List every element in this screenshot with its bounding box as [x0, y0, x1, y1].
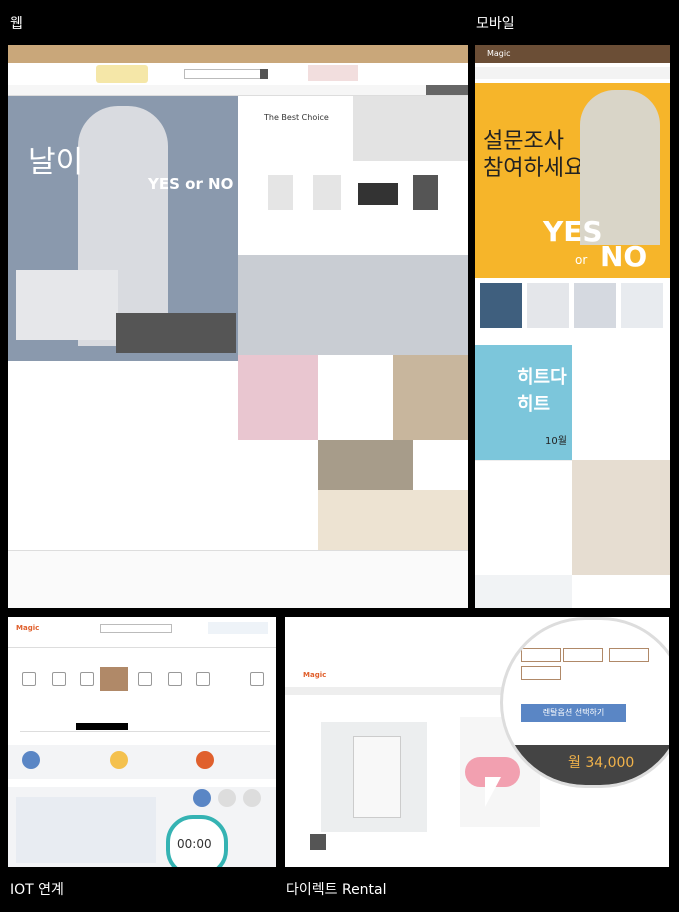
product-thumb[interactable]	[313, 175, 341, 210]
web-header-strip	[8, 45, 468, 63]
mobile-bottom-tile[interactable]	[475, 575, 572, 608]
mobile-products[interactable]	[475, 283, 670, 333]
play-button[interactable]	[310, 834, 326, 850]
web-section-title: The Best Choice	[264, 113, 329, 122]
label-web: 웹	[10, 16, 23, 32]
iot-mode-grey[interactable]	[218, 789, 236, 807]
web-nav-bar	[8, 85, 468, 96]
label-iot: IOT 연계	[10, 882, 64, 898]
status-blue-icon	[22, 751, 40, 769]
status-yellow-icon	[110, 751, 128, 769]
option-tag[interactable]	[609, 648, 649, 662]
iot-screenshot: Magic 00:00	[8, 617, 276, 867]
web-hero-caption	[116, 313, 236, 353]
tab-active[interactable]	[76, 723, 128, 730]
label-rental: 다이렉트 Rental	[286, 882, 387, 898]
rental-product-image[interactable]	[321, 722, 427, 832]
option-tags[interactable]	[521, 648, 669, 688]
rental-header-bar	[285, 687, 525, 695]
product-thumb[interactable]	[268, 175, 293, 210]
iot-menu-row[interactable]	[8, 667, 276, 691]
web-screenshot: 날이 YES or NO The Best Choice	[8, 45, 468, 608]
product-thumb[interactable]	[527, 283, 569, 328]
rental-thumbs[interactable]	[310, 834, 440, 852]
product-thumb[interactable]	[574, 283, 616, 328]
mobile-hit-line2: 히트	[517, 394, 551, 415]
mobile-tab-bar[interactable]	[475, 67, 670, 79]
mobile-screenshot: Magic 설문조사 참여하세요! YES or NO 히트다 히트 10월	[475, 45, 670, 608]
rental-brand[interactable]: Magic	[303, 671, 326, 679]
iot-device-grid[interactable]	[16, 797, 156, 863]
iot-mode-blue[interactable]	[193, 789, 211, 807]
iot-tabs[interactable]	[20, 723, 270, 732]
web-air-tile[interactable]	[318, 490, 468, 550]
menu-icon[interactable]	[80, 672, 94, 686]
mobile-yes: YES	[543, 215, 603, 248]
web-footer	[8, 550, 468, 608]
product-thumb[interactable]	[621, 283, 663, 328]
web-hero-yesno: YES or NO	[148, 175, 234, 193]
mobile-month: 10월	[545, 436, 567, 447]
iot-control-panel[interactable]: 00:00	[8, 787, 276, 867]
menu-icon-active[interactable]	[100, 667, 128, 691]
menu-icon[interactable]	[168, 672, 182, 686]
menu-icon[interactable]	[22, 672, 36, 686]
iot-brand[interactable]: Magic	[16, 624, 39, 632]
iot-mode-grey-2[interactable]	[243, 789, 261, 807]
web-cookware-banner[interactable]	[238, 255, 468, 355]
iot-nav-bar	[8, 639, 276, 648]
mobile-brand[interactable]: Magic	[487, 49, 511, 58]
web-hero-text: 날이	[28, 145, 84, 180]
mobile-air-tile[interactable]	[572, 460, 670, 575]
web-products-row[interactable]	[268, 175, 438, 210]
rental-magnifier: 렌탈옵션 선택하기 월 34,000	[500, 617, 669, 788]
product-thumb[interactable]	[480, 283, 522, 328]
label-mobile: 모바일	[476, 16, 515, 32]
web-search-icon[interactable]	[260, 69, 268, 79]
rental-price: 월 34,000	[568, 755, 635, 771]
option-tag[interactable]	[563, 648, 603, 662]
web-top-banner[interactable]	[308, 65, 358, 81]
web-logo[interactable]	[96, 65, 148, 83]
rental-screenshot: Magic 렌탈옵션 선택하기 월 34,000	[285, 617, 669, 867]
web-chef-image	[353, 96, 468, 161]
mobile-survey-line2: 참여하세요!	[483, 156, 594, 181]
menu-icon[interactable]	[250, 672, 264, 686]
menu-icon[interactable]	[138, 672, 152, 686]
mobile-text-tile[interactable]	[572, 345, 670, 460]
iot-status-row	[8, 745, 276, 779]
mobile-or: or	[575, 253, 588, 267]
web-promo-person[interactable]	[238, 355, 318, 440]
iot-top-badge[interactable]	[208, 622, 268, 634]
status-red-icon	[196, 751, 214, 769]
iot-search-input[interactable]	[100, 624, 172, 633]
mobile-no: NO	[600, 240, 648, 273]
option-tag[interactable]	[521, 648, 561, 662]
mobile-hit-line1: 히트다	[517, 367, 567, 388]
mobile-text-tile-2[interactable]	[475, 460, 572, 576]
menu-icon[interactable]	[52, 672, 66, 686]
rental-option-button[interactable]: 렌탈옵션 선택하기	[521, 704, 626, 722]
cursor-icon	[485, 777, 501, 807]
web-stove-tile[interactable]	[318, 440, 413, 490]
web-hero-product	[16, 270, 118, 340]
iot-timer: 00:00	[177, 837, 212, 851]
water-dispenser	[353, 736, 401, 818]
option-tag[interactable]	[521, 666, 561, 680]
web-nav-buttons[interactable]	[426, 85, 468, 95]
web-search-input[interactable]	[184, 69, 266, 79]
menu-icon[interactable]	[196, 672, 210, 686]
product-thumb[interactable]	[358, 183, 398, 205]
product-thumb[interactable]	[413, 175, 438, 210]
web-water-purifier[interactable]	[393, 355, 468, 440]
